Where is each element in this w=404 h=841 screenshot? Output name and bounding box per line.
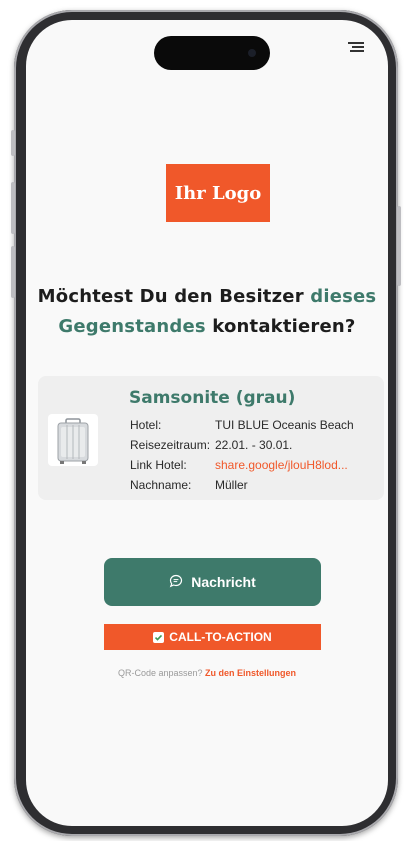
volume-up-button: [11, 182, 15, 234]
menu-icon[interactable]: [348, 42, 364, 54]
page-headline: Möchtest Du den Besitzer dieses Gegensta…: [26, 282, 388, 342]
cta-label: CALL-TO-ACTION: [169, 630, 272, 644]
detail-row-hotel: Hotel: TUI BLUE Oceanis Beach: [130, 418, 354, 432]
footer-text: QR-Code anpassen?: [117, 668, 203, 678]
detail-label: Reisezeitraum:: [130, 438, 211, 452]
detail-value: 22.01. - 30.01.: [215, 438, 293, 452]
cta-button[interactable]: CALL-TO-ACTION: [104, 624, 321, 650]
checkbox-icon: [153, 631, 165, 643]
logo-text: Ihr Logo: [174, 182, 262, 204]
volume-down-button: [11, 246, 15, 298]
message-button-label: Nachricht: [191, 574, 256, 590]
detail-row-link-hotel: Link Hotel: share.google/jlouH8lod...: [130, 458, 348, 472]
headline-part2: kontaktieren?: [205, 316, 356, 337]
hotel-link[interactable]: share.google/jlouH8lod...: [215, 458, 348, 472]
item-title: Samsonite (grau): [129, 388, 296, 408]
headline-part1: Möchtest Du den Besitzer: [37, 286, 311, 307]
detail-row-nachname: Nachname: Müller: [130, 478, 248, 492]
message-button[interactable]: Nachricht: [104, 558, 321, 606]
detail-value: TUI BLUE Oceanis Beach: [215, 418, 354, 432]
footer-note: QR-Code anpassen? Zu den Einstellungen: [26, 668, 388, 678]
camera-icon: [248, 49, 256, 57]
brand-logo: Ihr Logo: [166, 164, 270, 222]
detail-label: Hotel:: [130, 418, 162, 432]
headline-accent1: dieses: [310, 286, 377, 307]
detail-label: Link Hotel:: [130, 458, 187, 472]
headline-accent2: Gegenstandes: [58, 316, 206, 337]
phone-screen: Ihr Logo Möchtest Du den Besitzer dieses…: [26, 20, 388, 826]
action-button: [11, 130, 15, 156]
suitcase-icon: [48, 414, 98, 466]
power-button: [397, 206, 401, 286]
detail-label: Nachname:: [130, 478, 192, 492]
detail-value: Müller: [215, 478, 248, 492]
item-card: Samsonite (grau) Hotel: TUI BLUE Oceanis …: [38, 376, 384, 500]
dynamic-island: [154, 36, 270, 70]
chat-bubble-icon: [169, 574, 183, 591]
settings-link[interactable]: Zu den Einstellungen: [205, 668, 296, 678]
detail-row-reisezeitraum: Reisezeitraum: 22.01. - 30.01.: [130, 438, 292, 452]
